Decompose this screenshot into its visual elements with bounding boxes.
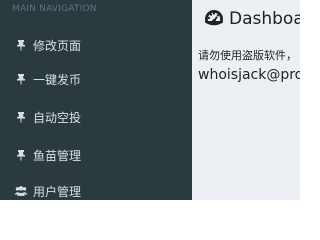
sidebar-item-edit-page[interactable]: 修改页面 [0,28,192,62]
sidebar: MAIN NAVIGATION 修改页面 一键发币 自动空投 鱼苗管理 用户管理 [0,0,192,200]
sidebar-header: MAIN NAVIGATION [12,4,97,14]
sidebar-item-label: 修改页面 [33,38,82,53]
main-content: Dashboard 请勿使用盗版软件， whoisjack@protonmail… [192,0,300,200]
sidebar-item-label: 鱼苗管理 [33,148,82,163]
notice-text: 请勿使用盗版软件， [198,49,297,62]
screen: MAIN NAVIGATION 修改页面 一键发币 自动空投 鱼苗管理 用户管理… [0,0,300,200]
pin-icon [14,110,28,124]
dashboard-icon [204,9,224,29]
sidebar-item-fish-management[interactable]: 鱼苗管理 [0,138,192,172]
sidebar-item-label: 一键发币 [33,72,82,87]
contact-email: whoisjack@protonmail.com [198,67,300,83]
sidebar-item-one-click-token[interactable]: 一键发币 [0,62,192,96]
users-icon [14,184,28,198]
sidebar-item-label: 自动空投 [33,110,82,125]
pin-icon [14,72,28,86]
sidebar-item-label: 用户管理 [33,184,82,199]
sidebar-item-auto-airdrop[interactable]: 自动空投 [0,100,192,134]
sidebar-item-user-management[interactable]: 用户管理 [0,174,192,200]
pin-icon [14,148,28,162]
page-title-row: Dashboard [204,6,300,32]
pin-icon [14,38,28,52]
page-title: Dashboard [229,9,300,29]
